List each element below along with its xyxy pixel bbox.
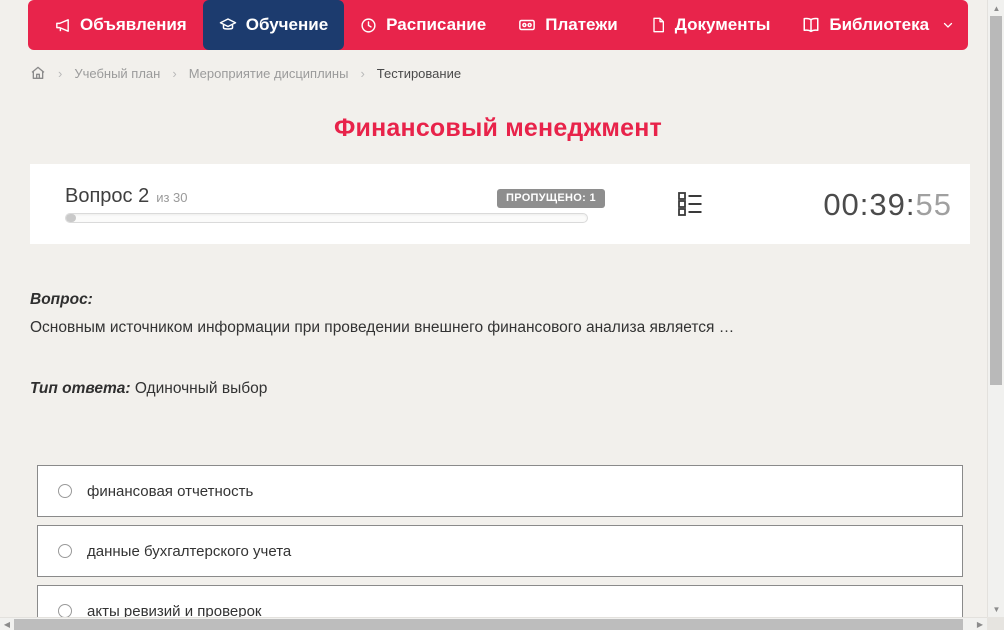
nav-tab-label: Объявления (80, 15, 187, 34)
timer: 00:39:55 (823, 187, 952, 223)
top-navigation: Объявления Обучение Расписание Платежи Д… (28, 0, 968, 50)
breadcrumb-item-testing: Тестирование (376, 65, 462, 81)
scroll-down-arrow-icon[interactable]: ▼ (988, 601, 1004, 617)
question-total: из 30 (156, 190, 188, 205)
answer-type-value: Одиночный выбор (134, 379, 268, 397)
skipped-badge: ПРОПУЩЕНО: 1 (497, 189, 605, 208)
nav-tab-announcements[interactable]: Объявления (38, 0, 203, 50)
nav-tab-label: Документы (674, 15, 771, 34)
question-counter: Вопрос 2 из 30 (65, 185, 188, 208)
question-heading: Вопрос: (30, 291, 93, 308)
question-text: Основным источником информации при прове… (30, 319, 735, 336)
radio-icon[interactable] (58, 484, 72, 498)
nav-tab-label: Библиотека (829, 15, 930, 34)
chevron-down-icon (942, 19, 954, 31)
nav-tab-schedule[interactable]: Расписание (344, 0, 502, 50)
chevron-right-icon: › (58, 65, 63, 81)
clock-icon (360, 17, 377, 34)
book-icon (802, 16, 820, 34)
vertical-scrollbar-thumb[interactable] (990, 16, 1002, 385)
question-list-button[interactable] (673, 190, 707, 220)
answer-options: финансовая отчетность данные бухгалтерск… (37, 465, 963, 630)
progress-bar (65, 213, 588, 223)
answer-type-line: Тип ответа: Одиночный выбор (30, 380, 950, 398)
scroll-up-arrow-icon[interactable]: ▲ (988, 0, 1004, 16)
page-title: Финансовый менеджмент (334, 114, 662, 142)
horizontal-scrollbar-thumb[interactable] (14, 619, 963, 630)
payments-icon (518, 16, 536, 34)
horizontal-scrollbar[interactable]: ◀ ▶ (0, 617, 987, 630)
nav-tab-learning[interactable]: Обучение (202, 0, 345, 50)
answer-option[interactable]: финансовая отчетность (37, 465, 963, 517)
breadcrumb-item-study-plan[interactable]: Учебный план (74, 66, 160, 81)
timer-seconds: 55 (915, 187, 952, 222)
answer-option-label: данные бухгалтерского учета (87, 542, 292, 560)
breadcrumb: › Учебный план › Мероприятие дисциплины … (30, 62, 461, 84)
graduation-cap-icon (219, 16, 237, 34)
radio-icon[interactable] (58, 604, 72, 618)
list-icon (676, 189, 704, 222)
nav-tab-label: Платежи (545, 15, 618, 34)
scroll-right-arrow-icon[interactable]: ▶ (973, 618, 987, 630)
answer-type-label: Тип ответа: (30, 379, 131, 397)
megaphone-icon (54, 17, 71, 34)
progress-fill (66, 214, 77, 222)
question-header-panel: Вопрос 2 из 30 ПРОПУЩЕНО: 1 00:39:55 (30, 164, 970, 244)
vertical-scrollbar[interactable]: ▲ ▼ (987, 0, 1004, 617)
chevron-right-icon: › (172, 65, 177, 81)
nav-tab-payments[interactable]: Платежи (502, 0, 634, 50)
chevron-right-icon: › (360, 65, 365, 81)
question-section: Вопрос: Основным источником информации п… (30, 291, 950, 398)
question-number: Вопрос 2 (65, 185, 150, 207)
nav-tab-documents[interactable]: Документы (634, 0, 787, 50)
scrollbar-corner (987, 617, 1004, 630)
timer-hours-minutes: 00:39: (823, 187, 916, 222)
radio-icon[interactable] (58, 544, 72, 558)
document-icon (650, 17, 666, 33)
scroll-left-arrow-icon[interactable]: ◀ (0, 618, 14, 630)
nav-tab-library[interactable]: Библиотека (786, 0, 970, 50)
home-icon[interactable] (30, 65, 46, 81)
nav-tab-label: Расписание (386, 15, 487, 34)
answer-option-label: финансовая отчетность (87, 482, 254, 500)
nav-tab-label: Обучение (245, 15, 329, 34)
breadcrumb-item-discipline-event[interactable]: Мероприятие дисциплины (189, 66, 349, 81)
answer-option[interactable]: данные бухгалтерского учета (37, 525, 963, 577)
